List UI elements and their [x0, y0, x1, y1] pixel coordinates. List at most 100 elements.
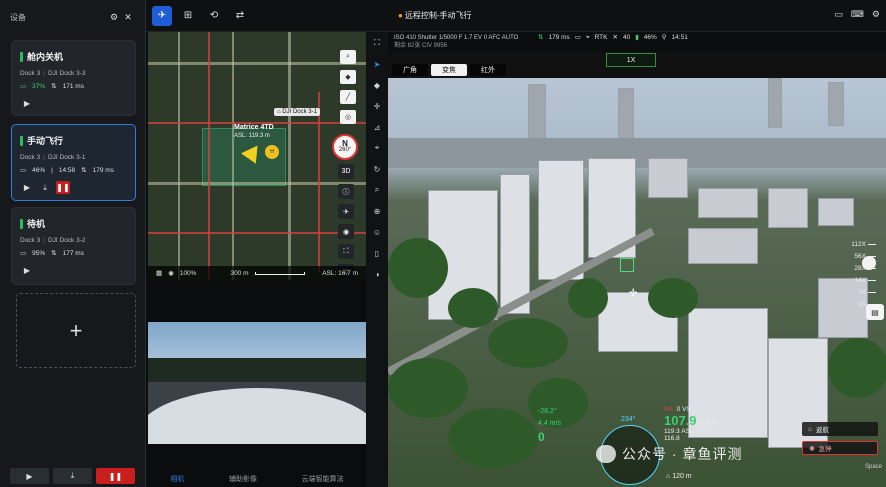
device-status: 舱内关机 — [27, 52, 64, 62]
chat-icon[interactable]: ▤ — [866, 304, 884, 320]
camera-toolbar: ⛶ ➤ ◆ ✛ ⊿ ⌖ ↻ ⌕ ⊕ ☺ ▯ ◑ — [366, 32, 388, 487]
dock-model: DJI Dock 3-3 — [47, 70, 86, 77]
camera-button[interactable]: ▶ — [20, 181, 34, 194]
video-button[interactable]: ▶ — [10, 468, 49, 484]
watermark: 公众号 · 章鱼评测 — [596, 444, 742, 464]
flight-time: 14:51 — [671, 34, 688, 41]
map-view[interactable]: ⌂ DJI Dock 3-1 Matrice 4TD ASL: 119.3 m … — [148, 32, 366, 280]
zoom-icon: ◉ — [168, 270, 174, 277]
map-scale-bar — [254, 271, 305, 275]
map-toolbar-2: 3D ⓘ ✈ ◉ ⛶ ≣ — [338, 164, 354, 279]
battery-icon: ▭ — [20, 250, 27, 257]
gps-icon: ⌖ — [585, 34, 590, 41]
tab-wide[interactable]: 广角 — [392, 64, 428, 76]
map-3d-button[interactable]: 3D — [338, 164, 354, 179]
zoom-indicator[interactable]: 1X — [606, 53, 656, 67]
search-icon[interactable]: ⌕ — [370, 183, 384, 197]
battery-value: 95% — [32, 249, 46, 257]
return-home-button[interactable]: ⌂ 返航 — [802, 422, 878, 436]
zoom-scale[interactable]: 112X 56X 28X 14X 7X 1X — [830, 238, 876, 310]
info-icon[interactable]: ⓘ — [338, 184, 354, 199]
rotate-icon[interactable]: ↻ — [370, 162, 384, 176]
layout-icon[interactable]: ▭ — [834, 9, 843, 20]
tab-cloud-ai[interactable]: 云端智能算法 — [302, 474, 344, 484]
map-footer: ▦ ◉ 100% 300 m ASL: 16.7 m — [148, 266, 366, 280]
land-button[interactable]: ⤓ — [38, 181, 52, 194]
tab-camera[interactable]: 相机 — [170, 474, 184, 484]
window-title-text: 远程控制-手动飞行 — [404, 11, 472, 20]
camera-button[interactable]: ▶ — [20, 97, 34, 110]
waypoint-icon[interactable]: ◆ — [370, 78, 384, 92]
latency-value: 177 ms — [62, 249, 84, 257]
target-icon[interactable]: ✛ — [370, 99, 384, 113]
battery-icon: ▭ — [20, 83, 27, 90]
keyboard-icon[interactable]: ⌨ — [851, 9, 864, 20]
map-scale-label: 300 m — [230, 269, 249, 277]
tab-zoom[interactable]: 变焦 — [431, 64, 467, 76]
device-card-dock-3-2[interactable]: 待机 Dock 3 | DJI Dock 3-2 ▭ 95% ⇅ 177 ms ▶ — [11, 207, 136, 285]
pause-all-button[interactable]: ❚❚ — [96, 468, 135, 484]
latency-value: 179 ms — [92, 166, 114, 174]
emergency-stop-button[interactable]: ◉ 急停 — [802, 441, 878, 455]
dock-label: Dock 3 — [20, 70, 41, 77]
rtk-satellites: 40 — [622, 34, 631, 41]
dock-model: DJI Dock 3-2 — [47, 237, 86, 244]
status-bar — [20, 218, 23, 229]
tab-aux-video[interactable]: 辅助影像 — [229, 474, 257, 484]
gimbal-icon[interactable]: ⊕ — [370, 204, 384, 218]
device-card-dock-3-3[interactable]: 舱内关机 Dock 3 | DJI Dock 3-3 ▭ 37% ⇅ 171 ms ▶ — [11, 40, 136, 116]
compass[interactable]: N 260° — [332, 134, 358, 160]
user-icon[interactable]: ☺ — [370, 225, 384, 239]
battery-value: 37% — [32, 82, 46, 90]
pause-button[interactable]: ❚❚ — [56, 181, 70, 194]
rtk-label: RTK — [594, 34, 608, 41]
speed-big: 0 — [538, 430, 545, 444]
measure-icon[interactable]: ⌖ — [370, 141, 384, 155]
camera-button[interactable]: ▶ — [20, 264, 34, 277]
space-hint: Space — [864, 464, 882, 470]
drone-icon[interactable]: ✈ — [152, 5, 172, 26]
latency-icon: ⇅ — [81, 167, 87, 174]
cursor-icon[interactable]: ➤ — [370, 57, 384, 71]
top-bar: ✈ ⊞ ⟲ ⇄ ● 远程控制-手动飞行 ▭ ⌨ ⚙ — [146, 0, 886, 32]
status-bar — [20, 51, 23, 62]
target-icon[interactable]: ◉ — [338, 224, 354, 239]
pin-icon[interactable]: ◆ — [340, 70, 356, 84]
search-icon[interactable]: ⌕ — [340, 50, 356, 64]
route-icon[interactable]: ⟲ — [204, 6, 224, 26]
wechat-logo-icon — [596, 445, 616, 463]
light-icon[interactable]: ◑ — [370, 267, 384, 281]
signal-icon: ⇅ — [538, 34, 544, 41]
drone-center-icon[interactable]: ✈ — [338, 204, 354, 219]
close-icon[interactable]: ✕ — [121, 12, 135, 23]
land-all-button[interactable]: ⤓ — [53, 468, 92, 484]
drone-name: Matrice 4TD — [234, 124, 274, 131]
phone-icon[interactable]: ▯ — [370, 246, 384, 260]
map-grid-icon[interactable]: ▦ — [156, 269, 162, 277]
distance-value: ⌂ 120 m — [666, 473, 692, 480]
transfer-icon[interactable]: ⇄ — [230, 6, 250, 26]
dock-marker[interactable]: ⌂ DJI Dock 3-1 — [274, 108, 320, 116]
locate-icon[interactable]: ◎ — [340, 110, 356, 124]
heading-value: 234° — [621, 416, 636, 423]
map-asl: ASL: 16.7 m — [322, 269, 358, 277]
line-icon[interactable]: ╱ — [340, 90, 356, 104]
home-marker[interactable]: H — [265, 145, 279, 159]
fullscreen-icon[interactable]: ⛶ — [370, 36, 384, 50]
sidebar-footer: ▶ ⤓ ❚❚ — [10, 468, 135, 484]
grid-icon[interactable]: ⊞ — [178, 6, 198, 26]
camera-view[interactable]: ISO 410 Shutter 1/5000 F 1.7 EV 0 AFC AU… — [388, 32, 886, 487]
app-root: 设备 ⚙ ✕ 舱内关机 Dock 3 | DJI Dock 3-3 ▭ 37% ⇅ 171… — [0, 0, 886, 487]
frame-icon[interactable]: ⛶ — [338, 244, 354, 259]
settings-icon[interactable]: ⚙ — [107, 12, 121, 23]
zoom-slider-knob[interactable] — [862, 256, 876, 270]
drone-battery: 46% — [643, 34, 657, 41]
map-toolbar: ⌕ ◆ ╱ ◎ — [340, 50, 358, 124]
settings-icon[interactable]: ⚙ — [872, 9, 880, 20]
dock-model: DJI Dock 3-1 — [47, 154, 86, 161]
device-card-dock-3-1[interactable]: 手动飞行 Dock 3 | DJI Dock 3-1 ▭ 46% | 14:58 ⇅ 179 … — [11, 124, 136, 201]
ruler-icon[interactable]: ⊿ — [370, 120, 384, 134]
fpv-view[interactable] — [148, 322, 366, 444]
tab-infrared[interactable]: 红外 — [470, 64, 506, 76]
add-device-button[interactable]: + — [16, 293, 136, 368]
